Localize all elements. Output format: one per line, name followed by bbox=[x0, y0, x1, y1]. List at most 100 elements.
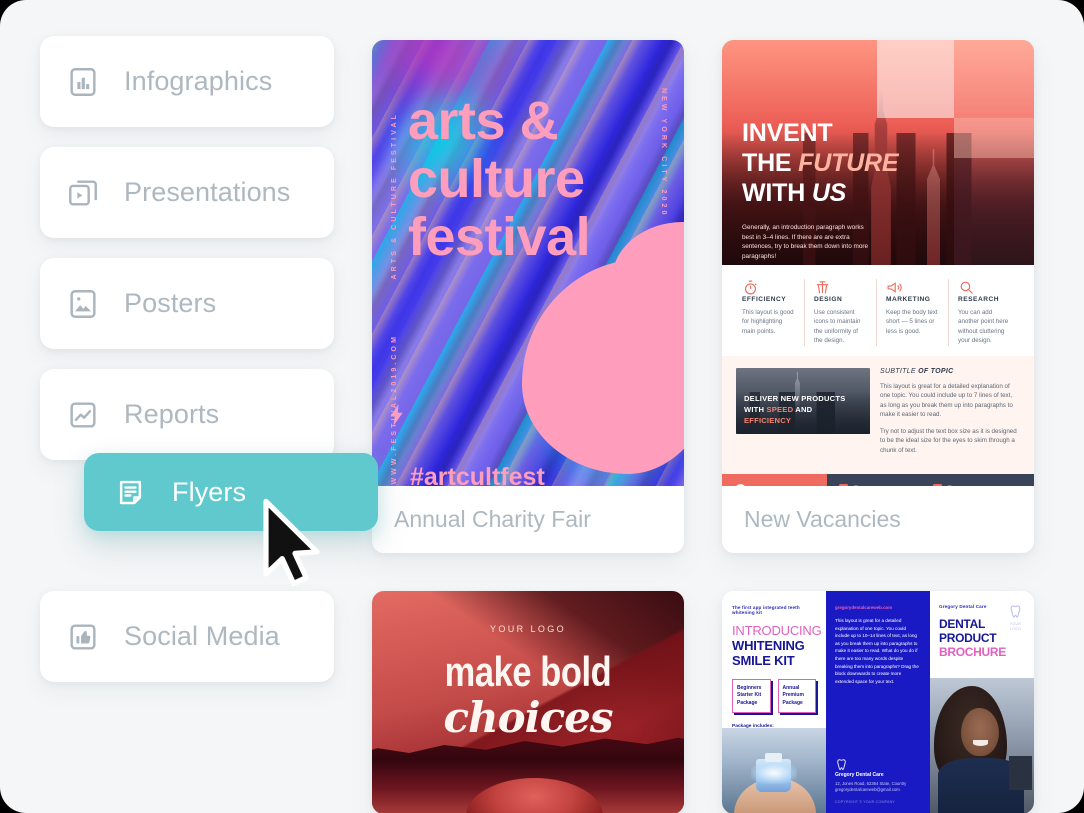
template-card-dental-brochure[interactable]: The first app integrated teeth whitening… bbox=[722, 591, 1034, 813]
panel2-url: gregorydentalcareweb.com bbox=[835, 605, 893, 610]
brochure-panel-1: The first app integrated teeth whitening… bbox=[722, 591, 826, 813]
sidebar-item-label: Social Media bbox=[124, 621, 280, 651]
tooth-icon bbox=[835, 758, 921, 772]
template-card-grid: arts & culture festival ARTS & CULTURE F… bbox=[372, 40, 1034, 813]
tooth-icon bbox=[1006, 604, 1025, 620]
sidebar-item-reports[interactable]: Reports bbox=[40, 369, 334, 460]
feature-column-research: RESEARCH You can add another point here … bbox=[948, 279, 1020, 346]
feature-body: Keep the body text short — 5 lines or le… bbox=[886, 309, 938, 335]
thumbs-up-icon bbox=[66, 620, 100, 654]
feature-body: You can add another point here without c… bbox=[958, 309, 1009, 345]
bold-logo-text: YOUR LOGO bbox=[489, 624, 567, 634]
flyer-social-links: @yourcompany @yourcompany @yourcompany e… bbox=[827, 474, 1034, 486]
panel2-email: gregorydentalcareweb@gmail.com bbox=[835, 787, 900, 793]
whitening-kit-photo bbox=[722, 728, 826, 813]
sidebar-item-flyers[interactable]: Flyers bbox=[84, 453, 378, 531]
panel3-heading-3: BROCHURE bbox=[939, 645, 1006, 659]
feature-columns: EFFICIENCY This layout is good for highl… bbox=[722, 265, 1034, 356]
headline-line-1: INVENT bbox=[742, 119, 833, 147]
flyer-photo: DELIVER NEW PRODUCTS WITH SPEED AND EFFI… bbox=[736, 367, 870, 434]
flyer-footer: YOUR LOGO www.yourcompany.com @yourcompa… bbox=[722, 474, 1034, 486]
flyer-logo-block: YOUR LOGO www.yourcompany.com bbox=[722, 474, 827, 486]
template-card-annual-charity-fair[interactable]: arts & culture festival ARTS & CULTURE F… bbox=[372, 40, 684, 553]
poster-title-line-1: arts & bbox=[408, 91, 559, 151]
feature-column-design: DESIGN Use consistent icons to maintain … bbox=[804, 279, 876, 346]
panel2-address: 12, Jones Road, 62364 State, Country bbox=[835, 780, 907, 786]
card-thumbnail: The first app integrated teeth whitening… bbox=[722, 591, 1034, 813]
headline-us: US bbox=[811, 179, 847, 207]
stopwatch-icon bbox=[742, 279, 795, 296]
megaphone-icon bbox=[886, 279, 939, 296]
card-title: Annual Charity Fair bbox=[394, 506, 591, 532]
panel3-kicker: Gregory Dental Care bbox=[939, 604, 987, 609]
headline-line-2: THE FUTURE bbox=[742, 149, 899, 177]
card-thumbnail: arts & culture festival ARTS & CULTURE F… bbox=[372, 40, 684, 486]
flyer-body-1: This layout is great for a detailed expl… bbox=[880, 382, 1013, 419]
photo-caption: DELIVER NEW PRODUCTS WITH SPEED AND EFFI… bbox=[744, 393, 845, 426]
feature-body: This layout is good for highlighting mai… bbox=[742, 309, 794, 335]
feature-title: DESIGN bbox=[814, 296, 843, 303]
tools-icon bbox=[814, 279, 867, 296]
logo-row: YOUR LOGO bbox=[734, 483, 827, 486]
sidebar-item-label: Posters bbox=[124, 288, 217, 318]
poster-title-line-2: culture bbox=[408, 149, 585, 209]
panel3-heading-group: Gregory Dental Care DENTAL PRODUCT BROCH… bbox=[939, 604, 1006, 659]
package-boxes: Beginners Starter Kit Package Annual Pre… bbox=[732, 679, 816, 714]
package-box-annual: Annual Premium Package bbox=[777, 679, 816, 714]
photo-caption-line-1: DELIVER NEW PRODUCTS bbox=[744, 393, 846, 403]
feature-title: MARKETING bbox=[886, 296, 931, 303]
panel2-contact-block: Gregory Dental Care 12, Jones Road, 6236… bbox=[835, 758, 921, 804]
sidebar-item-label: Infographics bbox=[124, 66, 273, 96]
sidebar-item-infographics[interactable]: Infographics bbox=[40, 36, 334, 127]
panel3-logo: YOUR LOGO bbox=[1006, 604, 1025, 631]
flyer-intro-paragraph: Generally, an introduction paragraph wor… bbox=[742, 224, 869, 260]
product-glow bbox=[751, 762, 797, 784]
panel1-heading-1: INTRODUCING bbox=[732, 623, 822, 638]
package-box-beginners: Beginners Starter Kit Package bbox=[732, 679, 771, 714]
pane-dark bbox=[954, 158, 1034, 265]
feature-column-efficiency: EFFICIENCY This layout is good for highl… bbox=[736, 279, 804, 346]
poster-vertical-text-right: NEW YORK CITY 2020 bbox=[660, 88, 667, 218]
panel3-header: Gregory Dental Care DENTAL PRODUCT BROCH… bbox=[939, 604, 1025, 659]
sidebar-item-presentations[interactable]: Presentations bbox=[40, 147, 334, 238]
panel3-heading-2: PRODUCT bbox=[939, 631, 997, 645]
sidebar-item-label: Presentations bbox=[124, 177, 291, 207]
flyer-subtitle: SUBTITLE OF TOPIC bbox=[880, 367, 954, 375]
image-icon bbox=[66, 287, 100, 321]
bold-headline: make bold bbox=[444, 648, 612, 695]
feature-body: Use consistent icons to maintain the uni… bbox=[814, 309, 861, 345]
portrait-face bbox=[961, 708, 999, 756]
document-icon bbox=[114, 476, 147, 509]
brochure-panel-2: gregorydentalcareweb.com This layout is … bbox=[826, 591, 930, 813]
panel1-kicker: The first app integrated teeth whitening… bbox=[732, 605, 800, 615]
card-thumbnail: YOUR LOGO make bold choices bbox=[372, 591, 684, 813]
flyer-body-2: Try not to adjust the text box size as i… bbox=[880, 427, 1017, 454]
search-icon bbox=[958, 279, 1011, 296]
poster-title-line-3: festival bbox=[408, 207, 591, 267]
social-linkedin: @yourcompany bbox=[839, 482, 929, 486]
poster-hashtag: #artcultfest bbox=[410, 463, 545, 486]
panel2-copyright: COPYRIGHT © YOUR COMPANY bbox=[835, 800, 895, 804]
bottle-cap bbox=[764, 753, 783, 762]
photo-caption-line-2: WITH SPEED AND bbox=[744, 404, 813, 414]
model-portrait-photo bbox=[930, 678, 1034, 813]
panel1-heading-2: WHITENING bbox=[732, 638, 805, 653]
logo-text: YOUR LOGO bbox=[752, 485, 809, 486]
lightning-bolt-icon bbox=[389, 404, 404, 426]
facebook-icon bbox=[932, 483, 942, 486]
line-chart-icon bbox=[66, 398, 100, 432]
sidebar-item-posters[interactable]: Posters bbox=[40, 258, 334, 349]
card-thumbnail: INVENT THE FUTURE WITH US Generally, an … bbox=[722, 40, 1034, 486]
panel2-business-name: Gregory Dental Care bbox=[835, 771, 884, 778]
panel1-heading-3: SMILE KIT bbox=[732, 653, 795, 668]
flyer-text-block: SUBTITLE OF TOPIC This layout is great f… bbox=[880, 368, 1020, 463]
template-card-new-vacancies[interactable]: INVENT THE FUTURE WITH US Generally, an … bbox=[722, 40, 1034, 553]
category-sidebar: Infographics Presentations Posters Repor… bbox=[40, 36, 334, 682]
template-card-make-bold-choices[interactable]: YOUR LOGO make bold choices bbox=[372, 591, 684, 813]
headline-line-3: WITH US bbox=[742, 179, 847, 207]
envelope-logo-icon bbox=[734, 483, 747, 486]
sidebar-item-social-media[interactable]: Social Media bbox=[40, 591, 334, 682]
flyer-hero: INVENT THE FUTURE WITH US Generally, an … bbox=[722, 40, 1034, 265]
feature-title: RESEARCH bbox=[958, 296, 1000, 303]
card-title: New Vacancies bbox=[744, 506, 901, 532]
